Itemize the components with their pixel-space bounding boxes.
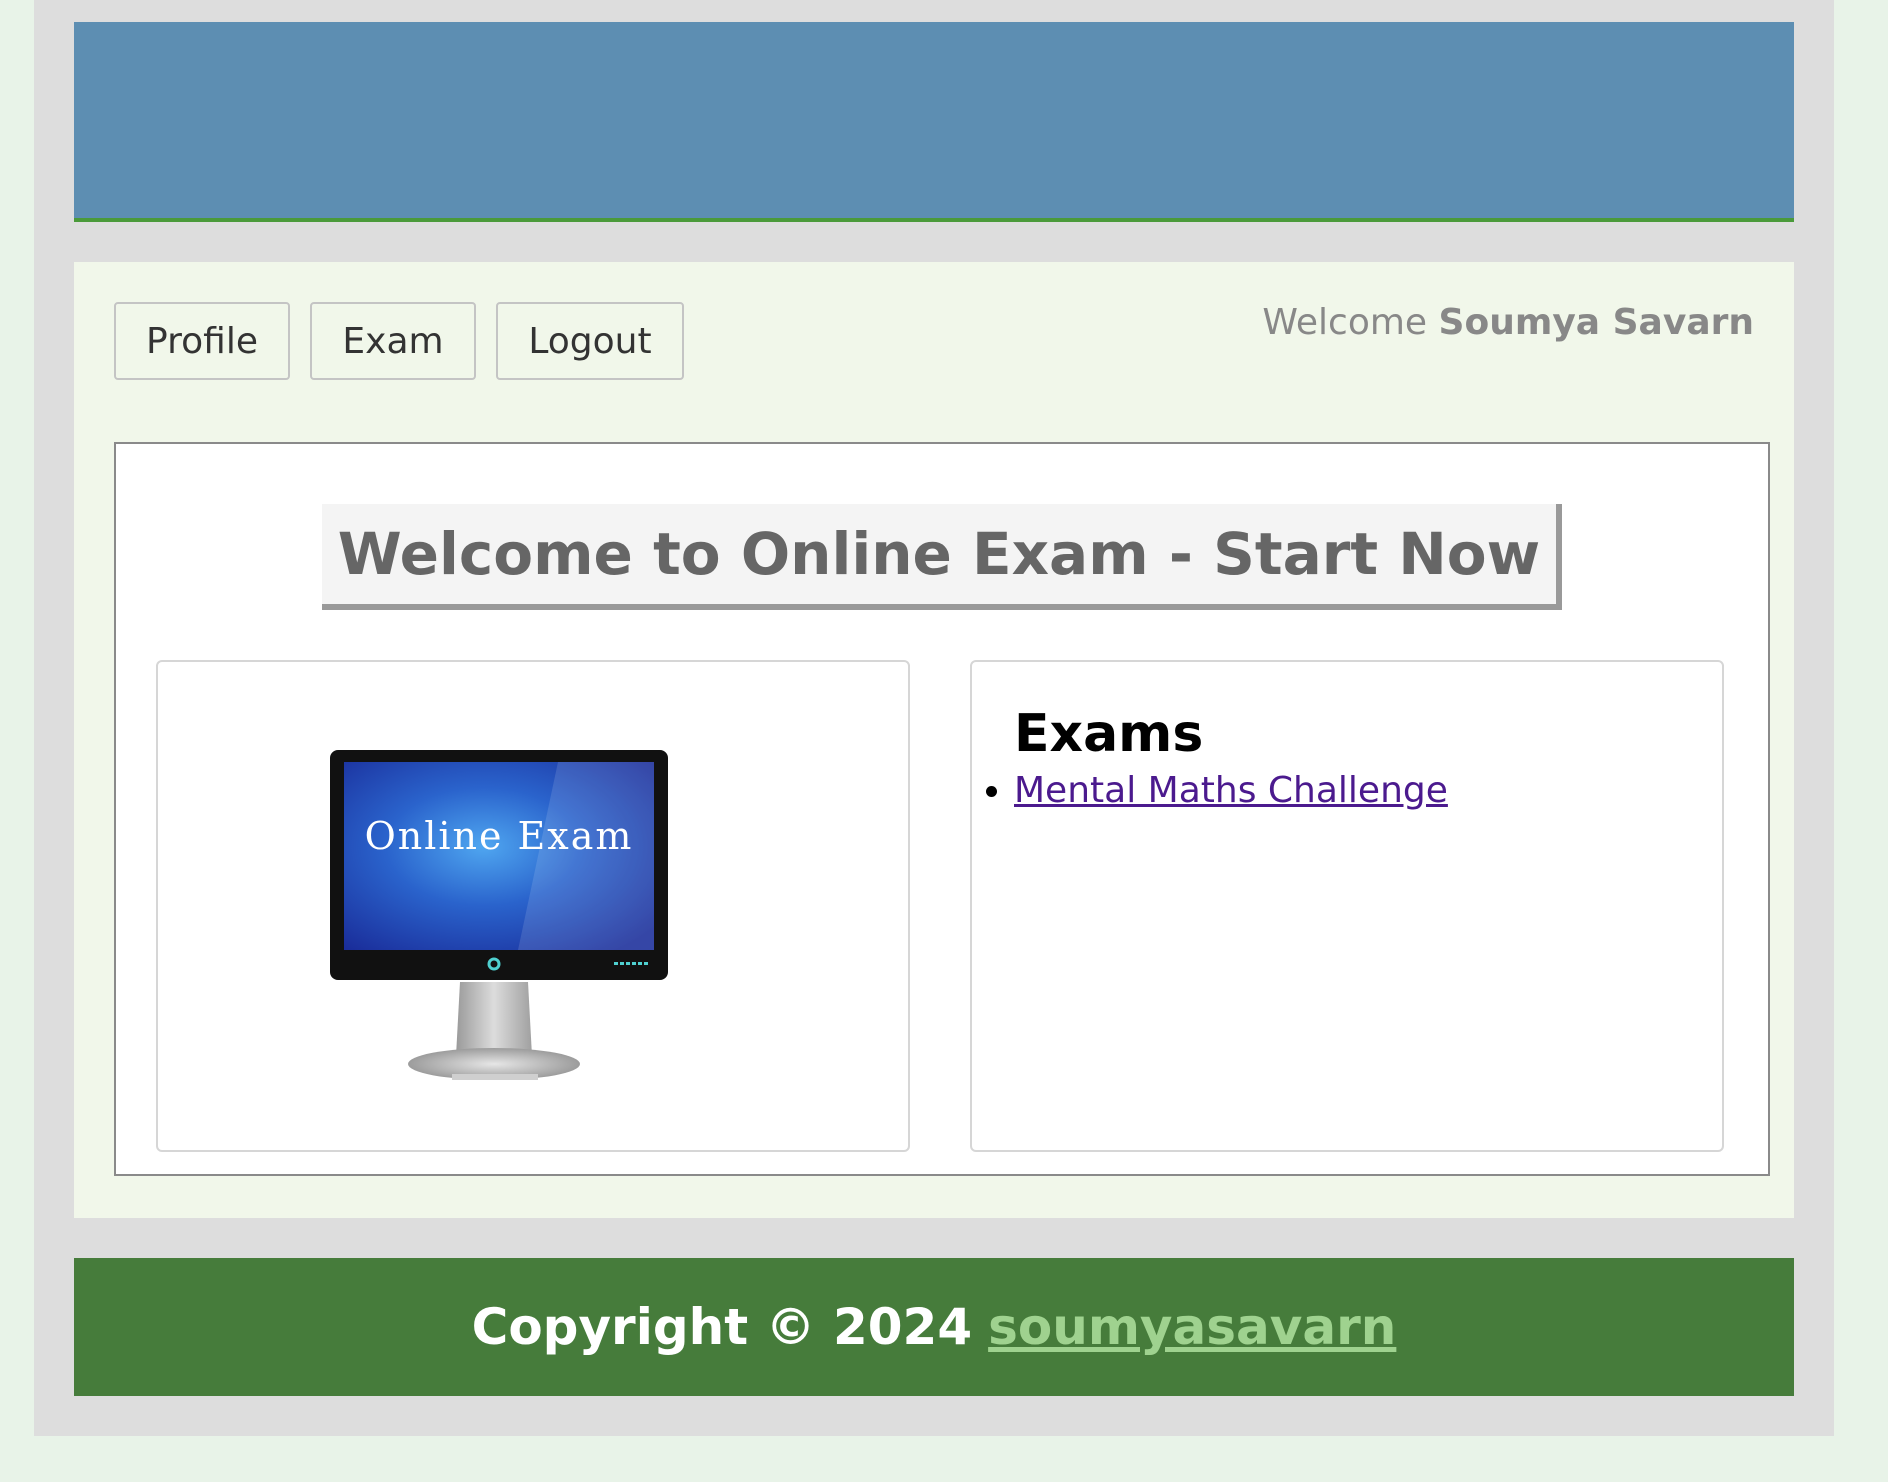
exams-card: Exams Mental Maths Challenge bbox=[970, 660, 1724, 1152]
welcome-user: Welcome Soumya Savarn bbox=[1262, 302, 1754, 343]
user-name: Soumya Savarn bbox=[1438, 302, 1754, 343]
page-frame: Profile Exam Logout Welcome Soumya Savar… bbox=[34, 0, 1834, 1436]
image-card: Online Exam bbox=[156, 660, 910, 1152]
exams-heading: Exams bbox=[1014, 704, 1204, 764]
author-link[interactable]: soumyasavarn bbox=[988, 1298, 1396, 1356]
footer: Copyright © 2024 soumyasavarn bbox=[74, 1258, 1794, 1396]
header-banner bbox=[74, 22, 1794, 222]
profile-button[interactable]: Profile bbox=[114, 302, 290, 380]
start-banner: Welcome to Online Exam - Start Now bbox=[322, 504, 1562, 610]
monitor-screen-text: Online Exam bbox=[364, 814, 634, 858]
content-box: Welcome to Online Exam - Start Now Onlin… bbox=[114, 442, 1770, 1176]
exam-link-mental-maths[interactable]: Mental Maths Challenge bbox=[1014, 770, 1448, 811]
main-panel: Profile Exam Logout Welcome Soumya Savar… bbox=[74, 262, 1794, 1218]
welcome-prefix: Welcome bbox=[1262, 302, 1428, 343]
monitor-icon bbox=[330, 750, 668, 1080]
list-item: Mental Maths Challenge bbox=[1014, 770, 1448, 811]
exam-list: Mental Maths Challenge bbox=[972, 770, 1448, 811]
logout-button[interactable]: Logout bbox=[496, 302, 684, 380]
exam-button[interactable]: Exam bbox=[310, 302, 476, 380]
copyright-text: Copyright © 2024 bbox=[471, 1298, 973, 1356]
